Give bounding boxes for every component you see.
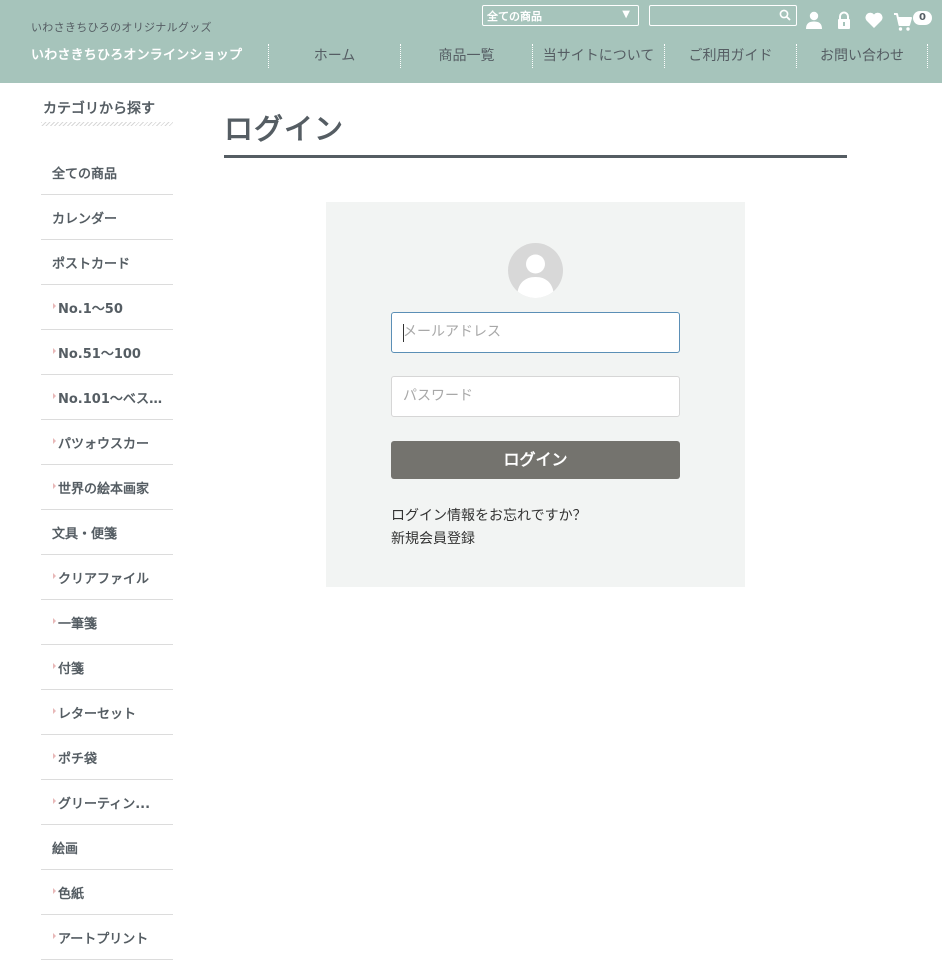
nav-home[interactable]: ホーム	[268, 44, 400, 68]
heart-icon[interactable]	[864, 10, 884, 30]
sidebar-subcategory-item[interactable]: 一筆箋	[41, 600, 173, 645]
search-input[interactable]	[649, 5, 797, 26]
sidebar-item-label: クリアファイル	[58, 572, 150, 587]
user-icon[interactable]	[804, 10, 824, 30]
sidebar-subcategory-item[interactable]: 世界の絵本画家	[41, 465, 173, 510]
search-icon[interactable]	[779, 9, 791, 21]
forgot-password-link[interactable]: ログイン情報をお忘れですか？	[391, 505, 587, 525]
sidebar-item-label: 付箋	[58, 662, 85, 677]
sidebar-subcategory-item[interactable]: 色紙	[41, 870, 173, 915]
sidebar-heading-divider	[41, 122, 173, 126]
sidebar-category-item[interactable]: ポストカード	[41, 240, 173, 285]
caret-right-icon	[53, 798, 56, 804]
sidebar-item-label: グリーティン...	[58, 797, 151, 812]
login-form: メールアドレス パスワード ログイン ログイン情報をお忘れですか？ 新規会員登録	[326, 202, 745, 587]
caret-right-icon	[53, 663, 56, 669]
caret-right-icon	[53, 393, 56, 399]
category-list: 全ての商品カレンダーポストカード No.1〜50 No.51〜100 No.101〜ベ…	[41, 150, 173, 960]
password-field[interactable]: パスワード	[391, 376, 680, 417]
sidebar-item-label: ポストカード	[52, 257, 131, 272]
sidebar-category-item[interactable]: 全ての商品	[41, 150, 173, 195]
sidebar-subcategory-item[interactable]: パツォウスカー	[41, 420, 173, 465]
email-field[interactable]: メールアドレス	[391, 312, 680, 353]
chevron-down-icon: ▼	[622, 9, 630, 20]
sidebar-subcategory-item[interactable]: レターセット	[41, 690, 173, 735]
caret-right-icon	[53, 348, 56, 354]
category-select[interactable]: 全ての商品 ▼	[482, 5, 639, 26]
sidebar-item-label: 全ての商品	[52, 167, 118, 182]
sidebar-subcategory-item[interactable]: No.1〜50	[41, 285, 173, 330]
sidebar-item-label: ポチ袋	[58, 752, 98, 767]
caret-right-icon	[53, 888, 56, 894]
sidebar-subcategory-item[interactable]: アートプリント	[41, 915, 173, 960]
sidebar-item-label: パツォウスカー	[58, 437, 150, 452]
sidebar-subcategory-item[interactable]: No.51〜100	[41, 330, 173, 375]
sidebar-category-item[interactable]: 文具・便箋	[41, 510, 173, 555]
sidebar-item-label: 色紙	[58, 887, 85, 902]
sidebar-item-label: No.1〜50	[58, 302, 123, 317]
sidebar-subcategory-item[interactable]: グリーティン...	[41, 780, 173, 825]
caret-right-icon	[53, 573, 56, 579]
text-caret	[403, 324, 404, 342]
lock-icon[interactable]	[834, 10, 854, 30]
password-placeholder: パスワード	[403, 388, 473, 404]
nav-contact[interactable]: お問い合わせ	[796, 44, 928, 68]
sidebar-item-label: No.51〜100	[58, 347, 141, 362]
login-button[interactable]: ログイン	[391, 441, 680, 479]
sidebar-category-item[interactable]: カレンダー	[41, 195, 173, 240]
nav-guide[interactable]: ご利用ガイド	[664, 44, 796, 68]
sidebar-item-label: レターセット	[58, 707, 137, 722]
caret-right-icon	[53, 708, 56, 714]
sidebar-subcategory-item[interactable]: ポチ袋	[41, 735, 173, 780]
caret-right-icon	[53, 618, 56, 624]
sidebar-item-label: No.101〜ベス...	[58, 392, 163, 407]
sidebar-category-item[interactable]: 絵画	[41, 825, 173, 870]
caret-right-icon	[53, 753, 56, 759]
sidebar-subcategory-item[interactable]: 付箋	[41, 645, 173, 690]
sidebar-item-label: 世界の絵本画家	[58, 482, 150, 497]
sidebar-item-label: 絵画	[52, 842, 79, 857]
main-nav: ホーム 商品一覧 当サイトについて ご利用ガイド お問い合わせ	[268, 44, 928, 68]
sidebar-item-label: 文具・便箋	[52, 527, 118, 542]
avatar-icon	[508, 243, 563, 298]
brand-tagline: いわさきちひろのオリジナルグッズ	[31, 21, 212, 34]
nav-about[interactable]: 当サイトについて	[532, 44, 664, 68]
email-placeholder: メールアドレス	[403, 324, 501, 340]
nav-products[interactable]: 商品一覧	[400, 44, 532, 68]
sidebar-subcategory-item[interactable]: No.101〜ベス...	[41, 375, 173, 420]
caret-right-icon	[53, 483, 56, 489]
category-select-value: 全ての商品	[487, 10, 542, 23]
sidebar-subcategory-item[interactable]: クリアファイル	[41, 555, 173, 600]
sidebar-item-label: カレンダー	[52, 212, 118, 227]
page-title: ログイン	[224, 112, 345, 146]
caret-right-icon	[53, 933, 56, 939]
sidebar-item-label: 一筆箋	[58, 617, 98, 632]
register-link[interactable]: 新規会員登録	[391, 528, 475, 548]
sidebar-item-label: アートプリント	[58, 932, 149, 947]
sidebar-heading: カテゴリから探す	[43, 101, 155, 117]
site-header: いわさきちひろのオリジナルグッズ いわさきちひろオンラインショップ 全ての商品 …	[0, 0, 942, 83]
title-divider	[224, 155, 847, 158]
caret-right-icon	[53, 438, 56, 444]
shop-logo-link[interactable]: いわさきちひろオンラインショップ	[31, 44, 242, 63]
cart-count-badge: 0	[913, 11, 932, 25]
cart-icon[interactable]	[893, 12, 913, 32]
caret-right-icon	[53, 303, 56, 309]
